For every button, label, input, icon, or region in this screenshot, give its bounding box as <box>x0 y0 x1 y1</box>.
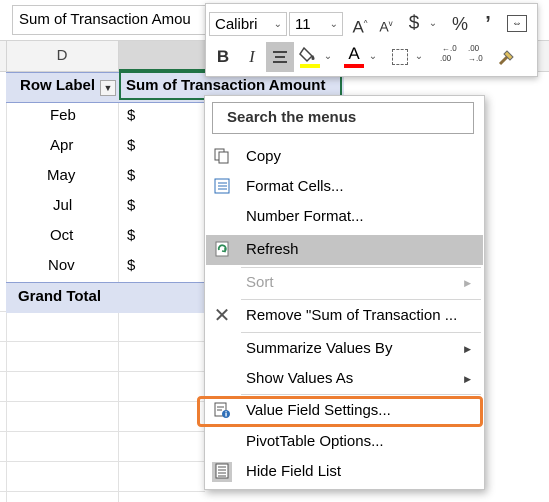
comma-symbol: ’ <box>485 13 491 35</box>
menu-item-sort[interactable]: Sort ▶ <box>206 268 483 298</box>
menu-item-label: PivotTable Options... <box>246 433 384 450</box>
menu-separator <box>241 332 481 333</box>
menu-item-pivottable-options[interactable]: PivotTable Options... <box>206 427 483 457</box>
menu-item-label: Refresh <box>246 241 299 258</box>
font-size-value: 11 <box>295 16 311 33</box>
grow-font-letter: A <box>352 17 364 37</box>
menu-item-label: Show Values As <box>246 370 354 387</box>
chevron-down-icon: ⌄ <box>329 19 338 30</box>
gridline <box>0 461 205 462</box>
pivot-row-value[interactable]: $ <box>127 101 135 131</box>
menu-item-copy[interactable]: Copy <box>206 142 483 172</box>
align-center-icon[interactable] <box>266 42 294 72</box>
menu-item-label: Number Format... <box>246 208 364 225</box>
percent-symbol: % <box>451 14 468 34</box>
grow-font-icon[interactable]: A^ <box>348 12 372 37</box>
grand-total-label[interactable]: Grand Total <box>18 282 101 312</box>
column-header-d[interactable]: D <box>6 41 119 71</box>
refresh-icon <box>212 240 232 260</box>
search-menus-input[interactable]: Search the menus <box>212 102 474 134</box>
copy-icon <box>212 147 232 167</box>
font-name-box[interactable]: Calibri ⌄ <box>209 12 287 36</box>
pivot-row-label[interactable]: Jul <box>53 191 72 221</box>
menu-item-number-format[interactable]: Number Format... <box>206 202 483 232</box>
chevron-down-icon[interactable]: ⌄ <box>414 45 424 69</box>
bold-icon[interactable]: B <box>211 45 235 69</box>
menu-item-refresh[interactable]: Refresh <box>206 235 483 265</box>
comma-style-icon[interactable]: ’ <box>476 12 500 36</box>
menu-item-label: Hide Field List <box>246 463 342 480</box>
menu-separator <box>241 299 481 300</box>
menu-item-label: Copy <box>246 148 282 165</box>
pivot-row-value[interactable]: $ <box>127 191 135 221</box>
decrease-decimal-icon[interactable]: .00 →.0 <box>462 44 490 70</box>
menu-item-summarize-values-by[interactable]: Summarize Values By ▶ <box>206 334 483 364</box>
row-label-header[interactable]: Row Label <box>20 71 95 101</box>
currency-icon[interactable]: $ <box>402 12 426 36</box>
gridline <box>0 431 205 432</box>
pivot-row-label[interactable]: May <box>47 161 75 191</box>
shrink-font-letter: A <box>379 18 389 35</box>
menu-item-label: Sort <box>246 274 274 291</box>
bold-letter: B <box>216 47 230 66</box>
fill-color-icon[interactable] <box>298 44 322 70</box>
chevron-down-icon: ⌄ <box>273 19 282 30</box>
menu-item-hide-field-list[interactable]: Hide Field List <box>206 457 483 487</box>
menu-item-remove[interactable]: ✕ Remove "Sum of Transaction ... <box>206 301 483 331</box>
font-color-letter: A <box>348 44 360 63</box>
gridline <box>0 341 205 342</box>
decimal-text: .00 <box>468 44 480 53</box>
menu-item-show-values-as[interactable]: Show Values As ▶ <box>206 364 483 394</box>
gridline <box>0 491 205 492</box>
font-color-icon[interactable]: A <box>342 44 366 70</box>
borders-icon[interactable] <box>392 49 408 65</box>
pivot-row-label[interactable]: Feb <box>50 101 76 131</box>
increase-decimal-icon[interactable]: ←.0 .00 <box>432 44 460 70</box>
menu-item-label: Format Cells... <box>246 178 344 195</box>
italic-icon[interactable]: I <box>240 45 264 69</box>
font-size-box[interactable]: 11 ⌄ <box>289 12 343 36</box>
gridline <box>0 401 205 402</box>
submenu-arrow-icon: ▶ <box>464 374 471 384</box>
menu-item-label: Summarize Values By <box>246 340 393 357</box>
gridline <box>0 371 205 372</box>
merge-center-icon[interactable]: ⇔ <box>507 15 527 32</box>
format-cells-icon <box>212 177 232 197</box>
pivot-row-label[interactable]: Oct <box>50 221 73 251</box>
pivot-row-value[interactable]: $ <box>127 131 135 161</box>
format-painter-icon[interactable] <box>496 46 518 68</box>
font-name-value: Calibri <box>215 16 258 33</box>
pivot-row-label[interactable]: Apr <box>50 131 73 161</box>
italic-letter: I <box>249 47 255 66</box>
context-menu: Search the menus Copy Format Cells... Nu… <box>204 95 485 490</box>
submenu-arrow-icon: ▶ <box>464 344 471 354</box>
menu-separator <box>241 394 481 395</box>
submenu-arrow-icon: ▶ <box>464 278 471 288</box>
pivot-row-value[interactable]: $ <box>127 161 135 191</box>
chevron-down-icon[interactable]: ⌄ <box>428 12 438 36</box>
pivot-row-value[interactable]: $ <box>127 221 135 251</box>
field-list-icon <box>212 462 232 482</box>
remove-x-icon: ✕ <box>213 305 231 327</box>
chevron-down-icon[interactable]: ⌄ <box>368 45 378 69</box>
currency-symbol: $ <box>408 13 420 34</box>
percent-icon[interactable]: % <box>448 12 472 36</box>
filter-dropdown-button[interactable]: ▼ <box>100 80 116 96</box>
menu-item-format-cells[interactable]: Format Cells... <box>206 172 483 202</box>
chevron-down-icon[interactable]: ⌄ <box>323 45 333 69</box>
shrink-font-icon[interactable]: Av <box>374 12 398 36</box>
pivot-row-value[interactable]: $ <box>127 251 135 281</box>
menu-item-label: Remove "Sum of Transaction ... <box>246 307 458 324</box>
pivot-row-label[interactable]: Nov <box>48 251 75 281</box>
decimal-text: .0 <box>450 44 457 53</box>
mini-toolbar: Calibri ⌄ 11 ⌄ A^ Av $ ⌄ % ’ ⇔ B I ⌄ A ⌄… <box>205 3 538 77</box>
highlight-outline <box>197 396 483 427</box>
chevron-down-icon: ▼ <box>103 83 113 93</box>
